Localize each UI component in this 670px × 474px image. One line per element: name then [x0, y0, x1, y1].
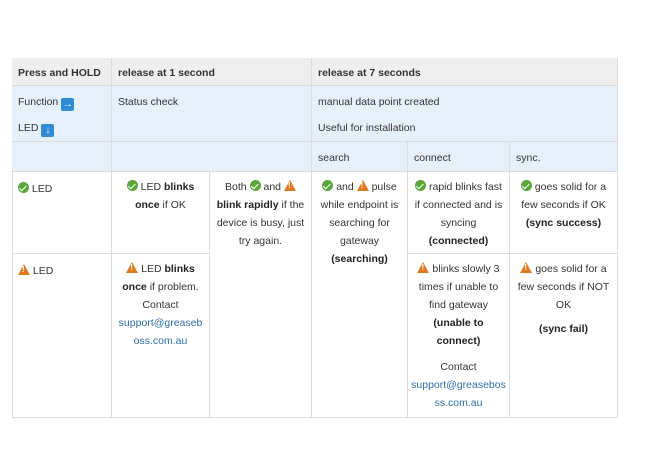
support-email-link-2b[interactable]: ss.com.au [408, 394, 509, 412]
header-release-1s: release at 1 second [112, 58, 312, 86]
warn-connect-line2: times if unable to [418, 281, 499, 293]
support-email-link-1b[interactable]: oss.com.au [112, 332, 209, 350]
busy-line3: device is busy, just [216, 217, 305, 229]
ok-release1-line2: once if OK [135, 199, 186, 211]
warning-icon [126, 262, 139, 273]
connect-label: connect [414, 152, 451, 164]
ok-sync-line3: (sync success) [525, 217, 602, 229]
function-label-row: Function → [18, 96, 75, 111]
search-line1: and pulse [312, 172, 407, 196]
warn-connect-line5: connect) [436, 335, 481, 347]
check-icon [18, 182, 29, 193]
manual-text: manual data point created [318, 96, 440, 108]
check-icon [249, 180, 261, 191]
warn-connect-line3: find gateway [429, 299, 488, 311]
subheader-connect: connect [408, 142, 510, 172]
subheader-sync: sync. [510, 142, 618, 172]
function-led-cell: Function → LED ↓ [12, 86, 112, 142]
check-icon [322, 180, 334, 191]
header-release-7s: release at 7 seconds [312, 58, 618, 86]
subheader-empty-2 [112, 142, 312, 172]
warn-sync-line2: few seconds if NOT [517, 281, 610, 293]
warn-sync-line3: OK [555, 299, 572, 311]
ok-release1-cell: LED blinks once if OK [112, 172, 210, 254]
warn-release1-line3: Contact [142, 299, 179, 311]
busy-line4: try again. [238, 235, 283, 247]
warn-connect-line6: Contact [440, 361, 477, 373]
warn-connect-line1: blinks slowly 3 [408, 254, 509, 278]
arrow-down-icon: ↓ [41, 124, 55, 137]
support-email-link-2a[interactable]: support@greasebos [408, 376, 509, 394]
warning-icon [283, 180, 296, 191]
subheader-empty-1 [12, 142, 112, 172]
warn-led-cell: LED [12, 254, 112, 418]
manual-datapoint-cell: manual data point created Useful for ins… [312, 86, 618, 142]
busy-cell: Both and blink rapidly if the device is … [210, 172, 312, 418]
warning-icon [417, 262, 430, 273]
ok-connect-line2: if connected and is [414, 199, 503, 211]
warn-connect-line4: (unable to [433, 317, 484, 329]
warning-icon [356, 180, 369, 191]
ok-led-cell: LED [12, 172, 112, 254]
ok-led-label-row: LED [18, 182, 52, 195]
led-label-row: LED ↓ [18, 122, 55, 137]
search-line3: searching for [329, 217, 390, 229]
busy-line1: Both and [210, 172, 311, 196]
arrow-right-icon: → [61, 98, 75, 111]
warn-led-label-row: LED [18, 264, 53, 277]
header-press-hold: Press and HOLD [12, 58, 112, 86]
warn-sync-line1: goes solid for a [510, 254, 617, 278]
check-icon [520, 180, 532, 191]
warn-led-label: LED [32, 265, 54, 277]
led-label: LED [18, 122, 39, 134]
status-check-text: Status check [118, 96, 179, 108]
ok-connect-line4: (connected) [428, 235, 489, 247]
ok-connect-line1: rapid blinks fast [408, 172, 509, 196]
ok-sync-cell: goes solid for a few seconds if OK (sync… [510, 172, 618, 254]
warning-icon [18, 264, 30, 275]
useful-text: Useful for installation [318, 122, 416, 134]
warn-connect-cell: blinks slowly 3 times if unable to find … [408, 254, 510, 418]
search-line4: gateway [339, 235, 380, 247]
busy-line2: blink rapidly if the [216, 199, 305, 211]
warn-release1-line2: once if problem. [122, 281, 199, 293]
support-email-link-1a[interactable]: support@greaseb [112, 314, 209, 332]
subheader-search: search [312, 142, 408, 172]
warn-release1-line1: LED blinks [112, 254, 209, 278]
ok-sync-line1: goes solid for a [510, 172, 617, 196]
warning-icon [520, 262, 533, 273]
check-icon [126, 180, 138, 191]
function-label: Function [18, 96, 59, 108]
warn-release1-cell: LED blinks once if problem. Contact supp… [112, 254, 210, 418]
warn-sync-line4: (sync fail) [538, 323, 588, 335]
ok-led-label: LED [31, 183, 53, 195]
ok-connect-cell: rapid blinks fast if connected and is sy… [408, 172, 510, 254]
ok-sync-line2: few seconds if OK [521, 199, 606, 211]
ok-release1-line1: LED blinks [112, 172, 209, 196]
status-check-cell: Status check [112, 86, 312, 142]
sync-label: sync. [516, 152, 541, 164]
search-line5: (searching) [331, 253, 388, 265]
ok-connect-line3: syncing [440, 217, 477, 229]
check-icon [415, 180, 427, 191]
warn-sync-cell: goes solid for a few seconds if NOT OK (… [510, 254, 618, 418]
search-label: search [318, 152, 350, 164]
search-cell: and pulse while endpoint is searching fo… [312, 172, 408, 418]
search-line2: while endpoint is [320, 199, 399, 211]
led-status-table: Press and HOLD release at 1 second relea… [12, 58, 618, 418]
